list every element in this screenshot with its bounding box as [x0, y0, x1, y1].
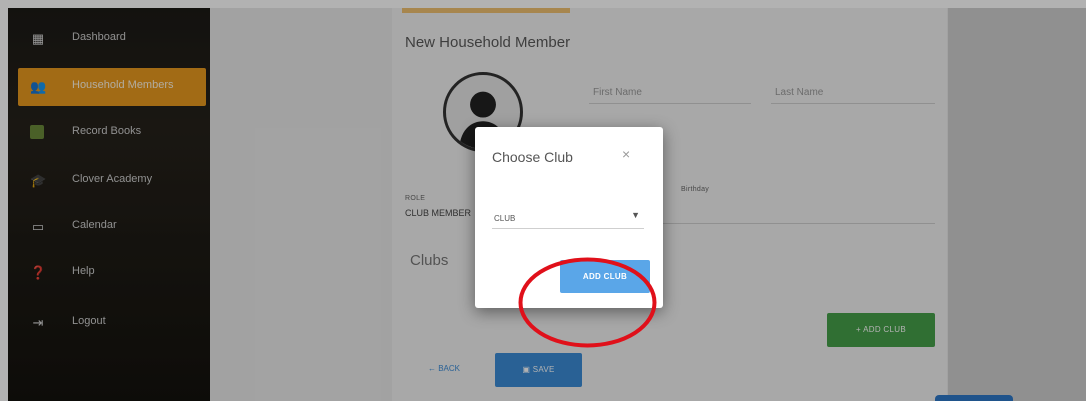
- close-icon[interactable]: ×: [622, 146, 630, 162]
- app-root: ▦ Dashboard 👥 Household Members Record B…: [0, 0, 1086, 401]
- highlight-ellipse: [518, 257, 657, 348]
- dialog-title: Choose Club: [492, 149, 573, 165]
- club-select[interactable]: CLUB ▼: [492, 207, 644, 229]
- caret-down-icon: ▼: [631, 210, 640, 220]
- club-select-value: CLUB: [494, 214, 516, 223]
